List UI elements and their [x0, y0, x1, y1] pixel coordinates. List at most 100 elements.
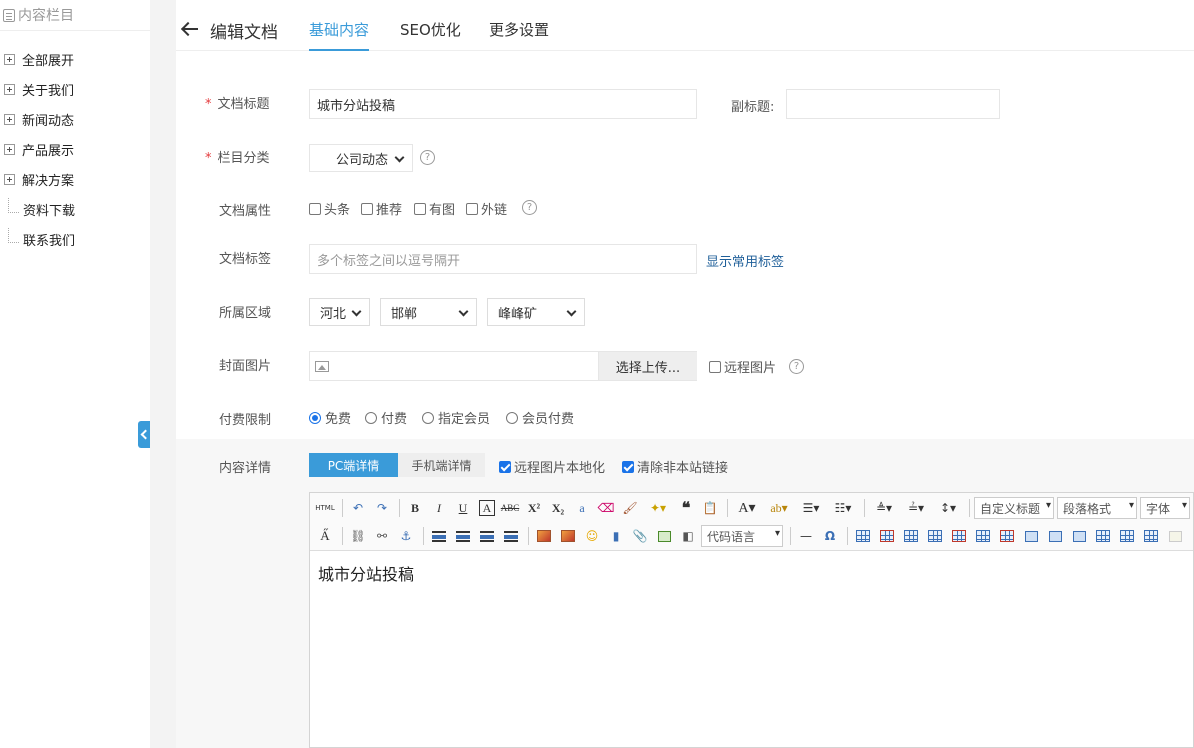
attr-recommend-checkbox[interactable]: 推荐: [361, 199, 402, 218]
collapse-sidebar-button[interactable]: [138, 421, 150, 448]
cover-image-input[interactable]: 选择上传...: [309, 351, 697, 381]
code-language-select[interactable]: 代码语言: [701, 525, 783, 547]
undo-icon[interactable]: ↶: [347, 497, 369, 519]
tags-input[interactable]: 多个标签之间以逗号隔开: [309, 244, 697, 274]
tree-item-label[interactable]: 全部展开: [22, 50, 74, 69]
checkbox[interactable]: [499, 460, 511, 473]
radio[interactable]: [506, 411, 518, 424]
tree-item-label[interactable]: 资料下载: [23, 200, 75, 219]
tree-item-news[interactable]: 新闻动态: [0, 104, 150, 134]
insert-image-icon[interactable]: [557, 525, 579, 547]
expand-icon[interactable]: [4, 173, 15, 185]
background-color-dropdown-icon[interactable]: ab▾: [764, 497, 794, 519]
expand-icon[interactable]: [4, 53, 15, 65]
tab-pc-detail[interactable]: PC端详情: [309, 453, 398, 477]
emotion-icon[interactable]: ☺: [581, 525, 603, 547]
province-select[interactable]: 河北: [309, 298, 370, 326]
district-select[interactable]: 峰峰矿: [487, 298, 585, 326]
help-icon[interactable]: ?: [522, 200, 537, 215]
checkbox[interactable]: [414, 202, 426, 215]
remote-image-checkbox[interactable]: 远程图片: [709, 357, 776, 376]
checkbox[interactable]: [466, 202, 478, 215]
tree-item-products[interactable]: 产品展示: [0, 134, 150, 164]
tree-item-label[interactable]: 解决方案: [22, 170, 74, 189]
pay-member-radio[interactable]: 指定会员: [422, 408, 490, 427]
paragraph-format-select[interactable]: 段落格式: [1057, 497, 1137, 519]
tab-seo[interactable]: SEO优化: [400, 19, 461, 51]
split-to-cols-icon[interactable]: [1140, 525, 1162, 547]
anchor-icon[interactable]: ⚓: [395, 525, 417, 547]
line-height-icon[interactable]: ↕▾: [933, 497, 963, 519]
radio[interactable]: [309, 411, 321, 424]
localize-images-checkbox[interactable]: 远程图片本地化: [499, 457, 605, 476]
strikethrough-icon[interactable]: ABC: [499, 497, 521, 519]
emotion-dropdown-icon[interactable]: ✦▾: [643, 497, 673, 519]
tree-item-downloads[interactable]: 资料下载: [0, 194, 150, 224]
tree-item-label[interactable]: 新闻动态: [22, 110, 74, 129]
merge-cells-icon[interactable]: [1020, 525, 1042, 547]
tab-more-settings[interactable]: 更多设置: [489, 19, 549, 51]
tree-item-label[interactable]: 联系我们: [23, 230, 75, 249]
blockquote-icon[interactable]: ❝: [675, 497, 697, 519]
special-chars-icon[interactable]: Ω: [819, 525, 841, 547]
radio[interactable]: [422, 411, 434, 424]
font-size-icon[interactable]: A̋: [314, 525, 336, 547]
tab-basic-content[interactable]: 基础内容: [309, 19, 370, 51]
category-select[interactable]: 公司动态: [309, 144, 413, 172]
delete-col-icon[interactable]: [996, 525, 1018, 547]
tree-item-label[interactable]: 关于我们: [22, 80, 74, 99]
horizontal-rule-icon[interactable]: —: [795, 525, 817, 547]
pay-free-radio[interactable]: 免费: [309, 408, 351, 427]
attr-has-image-checkbox[interactable]: 有图: [414, 199, 455, 218]
tree-item-label[interactable]: 产品展示: [22, 140, 74, 159]
checkbox[interactable]: [709, 360, 721, 373]
unlink-icon[interactable]: ⚯: [371, 525, 393, 547]
expand-icon[interactable]: [4, 113, 15, 125]
split-to-cells-icon[interactable]: [1092, 525, 1114, 547]
row-spacing-top-icon[interactable]: ≜▾: [869, 497, 899, 519]
tab-mobile-detail[interactable]: 手机端详情: [398, 453, 485, 477]
paste-plain-icon[interactable]: 📋: [699, 497, 721, 519]
title-input[interactable]: 城市分站投稿: [309, 89, 697, 119]
attr-external-link-checkbox[interactable]: 外链: [466, 199, 507, 218]
format-brush-icon[interactable]: 🖌: [619, 497, 641, 519]
expand-icon[interactable]: [4, 83, 15, 95]
image-right-icon[interactable]: [476, 525, 498, 547]
help-icon[interactable]: ?: [789, 359, 804, 374]
italic-icon[interactable]: I: [428, 497, 450, 519]
insert-row-icon[interactable]: [924, 525, 946, 547]
checkbox[interactable]: [622, 460, 634, 473]
font-border-icon[interactable]: A: [479, 500, 495, 516]
insert-col-icon[interactable]: [972, 525, 994, 547]
attr-headline-checkbox[interactable]: 头条: [309, 199, 350, 218]
editor-content[interactable]: 城市分站投稿: [310, 551, 1193, 595]
row-spacing-bottom-icon[interactable]: ≟▾: [901, 497, 931, 519]
checkbox[interactable]: [361, 202, 373, 215]
font-color-dropdown-icon[interactable]: A▾: [732, 497, 762, 519]
city-select[interactable]: 邯郸: [380, 298, 477, 326]
subscript-icon[interactable]: X₂: [547, 497, 569, 519]
tree-item-contact[interactable]: 联系我们: [0, 224, 150, 254]
bold-icon[interactable]: B: [404, 497, 426, 519]
help-icon[interactable]: ?: [420, 150, 435, 165]
ordered-list-icon[interactable]: ☰▾: [796, 497, 826, 519]
delete-table-icon[interactable]: [876, 525, 898, 547]
subtitle-input[interactable]: [786, 89, 1000, 119]
underline-icon[interactable]: U: [452, 497, 474, 519]
autotypeset-icon[interactable]: a: [571, 497, 593, 519]
link-icon[interactable]: ⛓: [347, 525, 369, 547]
merge-down-icon[interactable]: [1068, 525, 1090, 547]
insert-table-icon[interactable]: [852, 525, 874, 547]
merge-right-icon[interactable]: [1044, 525, 1066, 547]
delete-row-icon[interactable]: [948, 525, 970, 547]
split-to-rows-icon[interactable]: [1116, 525, 1138, 547]
font-family-select[interactable]: 字体: [1140, 497, 1190, 519]
redo-icon[interactable]: ↷: [371, 497, 393, 519]
eraser-icon[interactable]: ⌫: [595, 497, 617, 519]
image-left-icon[interactable]: [452, 525, 474, 547]
simple-upload-icon[interactable]: [533, 525, 555, 547]
tree-item-expand-all[interactable]: 全部展开: [0, 44, 150, 74]
image-center-icon[interactable]: [500, 525, 522, 547]
html-source-button[interactable]: HTML: [314, 497, 336, 519]
show-common-tags-link[interactable]: 显示常用标签: [706, 251, 784, 270]
